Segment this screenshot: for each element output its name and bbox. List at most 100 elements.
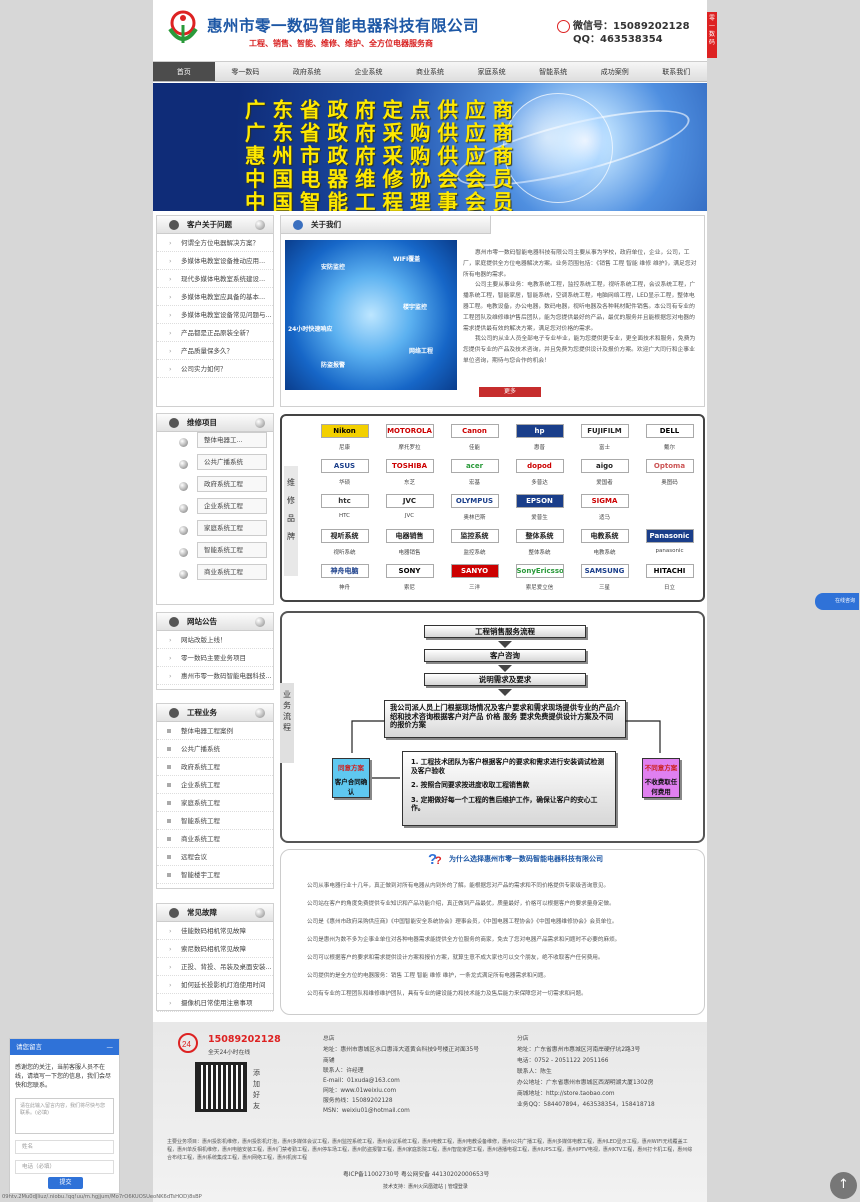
nav-item-commercial[interactable]: 商业系统 xyxy=(399,62,461,81)
list-item[interactable]: 如何延长投影机灯泡使用时间 xyxy=(157,976,273,994)
brand-item[interactable]: acer 宏基 xyxy=(442,459,507,490)
brand-item[interactable]: SonyEricsson 索尼爱立信 xyxy=(507,564,572,595)
list-item[interactable]: 商业系统工程 xyxy=(157,564,273,586)
more-button[interactable]: 更多 xyxy=(479,387,541,397)
brand-item[interactable]: Canon 佳能 xyxy=(442,424,507,455)
nav-item-home[interactable]: 首页 xyxy=(153,62,215,81)
list-item[interactable]: 现代多媒体电教室系统建设... xyxy=(157,270,273,288)
why-paragraph: 公司是惠州为数不多为企事业单位对各种电器需求能提供全方位服务的商家，免去了您对电… xyxy=(307,937,621,943)
hq-line[interactable]: 网址：www.01weixiu.com xyxy=(323,1086,396,1097)
notice-title-bar: 网站公告 xyxy=(157,613,273,631)
brand-item[interactable]: FUJIFILM 富士 xyxy=(572,424,637,455)
side-tag[interactable]: 零一数码 xyxy=(707,12,717,58)
list-item[interactable]: 公共广播系统 xyxy=(157,454,273,476)
nav-item-about[interactable]: 零一数码 xyxy=(215,62,277,81)
about-paragraph: 惠州市零一数码智能电器科技有限公司主要从事为学校，政府单位，企业，公司，工厂，家… xyxy=(463,250,697,278)
chat-phone-input[interactable]: 电话（必填） xyxy=(15,1160,114,1174)
brand-logo: SONY xyxy=(385,564,434,578)
engineering-title-bar: 工程业务 xyxy=(157,704,273,722)
brand-item[interactable]: aigo 爱国者 xyxy=(572,459,637,490)
brand-logo: 电教系统 xyxy=(580,529,629,543)
list-item[interactable]: 多媒体电教室设备常见问题与... xyxy=(157,306,273,324)
list-item[interactable]: 智能楼宇工程 xyxy=(157,866,273,884)
footer-tech[interactable]: 技术支持：惠州火凤凰建站 | 管理登录 xyxy=(383,1182,468,1193)
brand-item[interactable]: SONY 索尼 xyxy=(377,564,442,595)
list-item[interactable]: 摄像机日常使用注意事项 xyxy=(157,994,273,1012)
brand-logo: 电器销售 xyxy=(385,529,434,543)
about-icon xyxy=(293,220,303,230)
list-item[interactable]: 网站改版上线！ xyxy=(157,631,273,649)
list-item[interactable]: 零一数码主要业务项目 xyxy=(157,649,273,667)
nav-item-smart[interactable]: 智能系统 xyxy=(522,62,584,81)
brand-item[interactable]: Nikon 尼康 xyxy=(312,424,377,455)
list-item[interactable]: 惠州市零一数码智能电器科技... xyxy=(157,667,273,685)
branch-line: 电话：0752 - 2051122 2051166 xyxy=(517,1058,609,1064)
list-item[interactable]: 产品质量保多久？ xyxy=(157,342,273,360)
list-item[interactable]: 家庭系统工程 xyxy=(157,794,273,812)
brand-item[interactable]: HITACHI 日立 xyxy=(637,564,702,595)
brand-item[interactable]: ASUS 华硕 xyxy=(312,459,377,490)
brand-logo: SonyEricsson xyxy=(515,564,564,578)
brand-name: panasonic xyxy=(655,548,684,554)
brand-item[interactable]: 电器销售 电器销售 xyxy=(377,529,442,560)
brand-item[interactable]: DELL 戴尔 xyxy=(637,424,702,455)
nav-item-cases[interactable]: 成功案例 xyxy=(584,62,646,81)
hq-line[interactable]: E-mail：01xuda@163.com xyxy=(323,1076,400,1087)
brand-item[interactable]: Optoma 奥图码 xyxy=(637,459,702,490)
brand-item[interactable]: SIGMA 适马 xyxy=(572,494,637,525)
list-item[interactable]: 智能系统工程 xyxy=(157,812,273,830)
brand-item[interactable]: EPSON 爱普生 xyxy=(507,494,572,525)
hq-line: 联系人：许经理 xyxy=(323,1068,364,1074)
nav-item-government[interactable]: 政府系统 xyxy=(276,62,338,81)
brand-item[interactable]: hp 惠普 xyxy=(507,424,572,455)
list-item[interactable]: 多媒体电教室设备推动应用... xyxy=(157,252,273,270)
list-item[interactable]: 商业系统工程 xyxy=(157,830,273,848)
list-item[interactable]: 智能系统工程 xyxy=(157,542,273,564)
brand-item[interactable]: JVC JVC xyxy=(377,494,442,525)
list-item[interactable]: 公共广播系统 xyxy=(157,740,273,758)
list-item[interactable]: 何谓全方位电器解决方案？ xyxy=(157,234,273,252)
nav-item-home-system[interactable]: 家庭系统 xyxy=(461,62,523,81)
list-item[interactable]: 企业系统工程 xyxy=(157,498,273,520)
brand-item[interactable]: TOSHIBA 东芝 xyxy=(377,459,442,490)
online-service-button[interactable]: 在线咨询 xyxy=(815,593,859,610)
list-item[interactable]: 整体电器工... xyxy=(157,432,273,454)
branch-line[interactable]: 商城地址：http://store.taobao.com xyxy=(517,1089,615,1100)
chat-message-input[interactable]: 请在此输入留言内容，我们将尽快与您联系。(必填) xyxy=(15,1098,114,1134)
brand-item[interactable]: dopod 多普达 xyxy=(507,459,572,490)
list-item[interactable]: 家庭系统工程 xyxy=(157,520,273,542)
list-item[interactable]: 产品都是正品原装全新？ xyxy=(157,324,273,342)
list-item[interactable]: 企业系统工程 xyxy=(157,776,273,794)
chat-widget: 请您留言 — 感谢您的关注，当前客服人员不在线，请填写一下您的信息，我们会尽快和您… xyxy=(9,1038,120,1194)
nav-item-enterprise[interactable]: 企业系统 xyxy=(338,62,400,81)
brand-item[interactable]: 电教系统 电教系统 xyxy=(572,529,637,560)
hq-title: 总店 xyxy=(323,1036,335,1042)
chat-submit-button[interactable]: 提交 xyxy=(48,1177,83,1189)
footer-hours: 全天24小时在线 xyxy=(208,1050,251,1056)
brand-item[interactable]: MOTOROLA 摩托罗拉 xyxy=(377,424,442,455)
flow-detail: 3. 定期做好每一个工程的售后维护工作，确保让客户的安心工作。 xyxy=(411,795,598,813)
list-item[interactable]: 政府系统工程 xyxy=(157,476,273,498)
brand-item[interactable]: 视听系统 视听系统 xyxy=(312,529,377,560)
brand-item[interactable]: Panasonic panasonic xyxy=(637,529,702,560)
nav-item-contact[interactable]: 联系我们 xyxy=(646,62,708,81)
chat-name-input[interactable]: 姓名 xyxy=(15,1140,114,1154)
brand-item[interactable]: 神舟电脑 神舟 xyxy=(312,564,377,595)
brand-item[interactable]: 整体系统 整体系统 xyxy=(507,529,572,560)
list-item[interactable]: 公司实力如何？ xyxy=(157,360,273,378)
brand-item[interactable]: htc HTC xyxy=(312,494,377,525)
brand-item[interactable]: SANYO 三洋 xyxy=(442,564,507,595)
list-item[interactable]: 整体电器工程案例 xyxy=(157,722,273,740)
list-item[interactable]: 多媒体电教室应具备的基本... xyxy=(157,288,273,306)
brand-item[interactable]: 监控系统 监控系统 xyxy=(442,529,507,560)
list-item[interactable]: 正投、背投、吊装及桌面安装... xyxy=(157,958,273,976)
list-item[interactable]: 索尼数码相机常见故障 xyxy=(157,940,273,958)
minimize-icon[interactable]: — xyxy=(107,1039,114,1055)
list-item[interactable]: 远程会议 xyxy=(157,848,273,866)
brand-item[interactable]: OLYMPUS 奥林巴斯 xyxy=(442,494,507,525)
footer-icp[interactable]: 粤ICP备11002730号 粤公网安备 44130202000653号 xyxy=(343,1170,489,1181)
list-item[interactable]: 政府系统工程 xyxy=(157,758,273,776)
back-to-top-button[interactable]: ↑ xyxy=(830,1172,857,1199)
brand-item[interactable]: SAMSUNG 三星 xyxy=(572,564,637,595)
list-item[interactable]: 佳能数码相机常见故障 xyxy=(157,922,273,940)
